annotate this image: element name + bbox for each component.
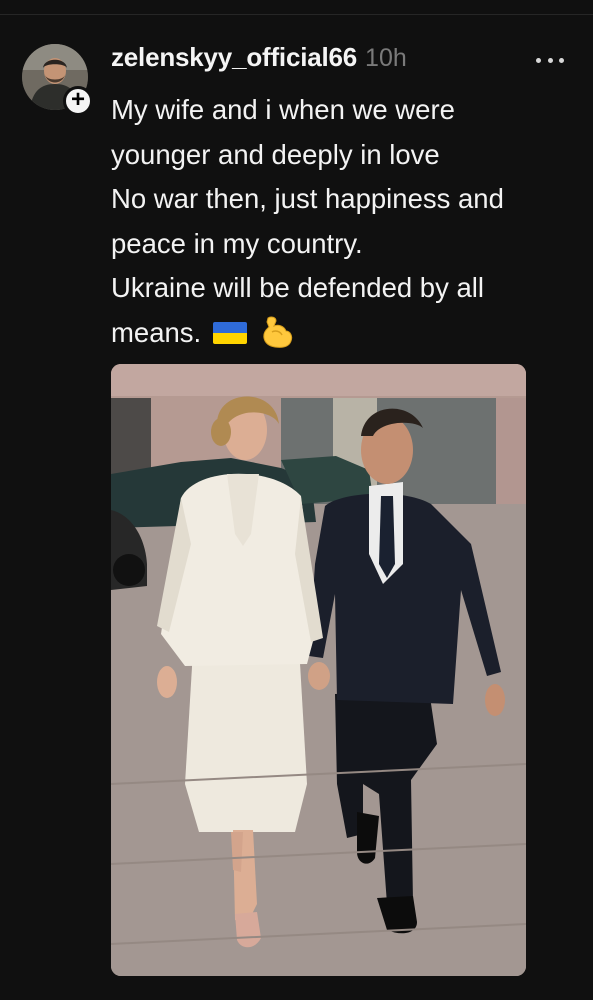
dot	[536, 57, 541, 63]
flexed-biceps-icon	[263, 316, 293, 348]
dot	[547, 57, 553, 63]
more-options-icon[interactable]	[536, 48, 564, 72]
post-header: zelenskyy_official66 10h	[111, 42, 407, 80]
dot	[559, 57, 564, 63]
thread-post: + zelenskyy_official66 10h My wife and i…	[0, 0, 593, 1000]
caption-last-line: means.	[111, 311, 581, 356]
post-caption: My wife and i when we were younger and d…	[111, 88, 581, 356]
caption-line: Ukraine will be defended by all	[111, 272, 484, 304]
caption-line: younger and deeply in love	[111, 138, 440, 170]
post-image[interactable]	[111, 364, 526, 976]
caption-line: My wife and i when we were	[111, 94, 455, 125]
couple-walking-photo-icon	[111, 364, 526, 976]
caption-line: No war then, just happiness and	[111, 183, 504, 215]
username[interactable]: zelenskyy_official66	[111, 42, 357, 73]
follow-button[interactable]: +	[63, 86, 93, 116]
top-divider	[0, 14, 593, 15]
ukraine-flag-icon	[212, 321, 247, 344]
timestamp: 10h	[365, 44, 407, 72]
caption-line: peace in my country.	[111, 227, 363, 259]
caption-line: means.	[111, 316, 202, 348]
